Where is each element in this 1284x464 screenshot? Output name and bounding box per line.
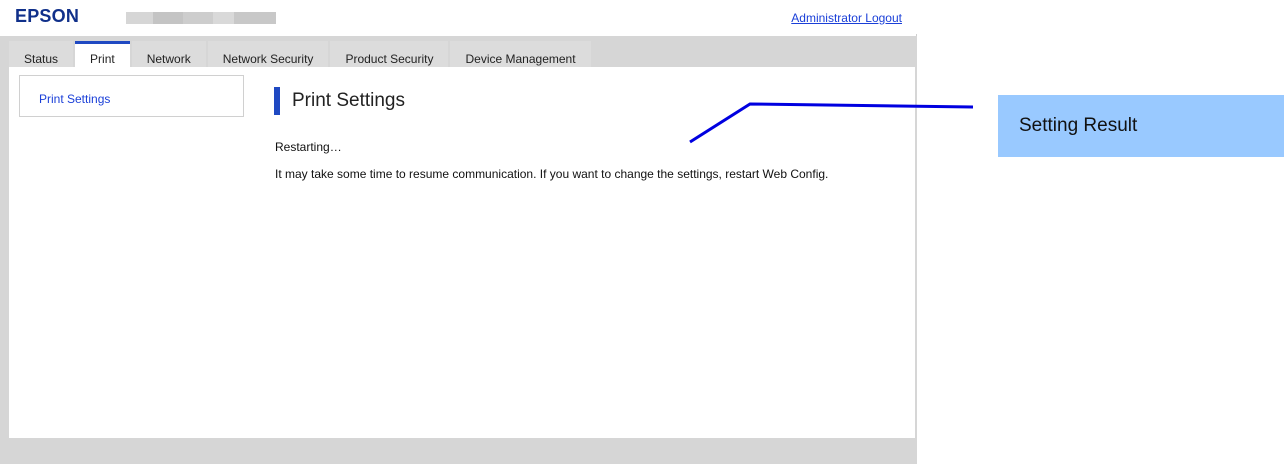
tab-print[interactable]: Print: [75, 41, 130, 67]
tab-product-security[interactable]: Product Security: [330, 41, 449, 67]
main-frame: Status Print Network Network Security Pr…: [0, 36, 917, 464]
tab-device-management[interactable]: Device Management: [450, 41, 591, 67]
sidebar-item-print-settings[interactable]: Print Settings: [39, 92, 110, 106]
tab-bar: Status Print Network Network Security Pr…: [9, 41, 593, 67]
header-bar: EPSON Administrator Logout: [0, 0, 917, 34]
tab-network[interactable]: Network: [131, 41, 206, 67]
tab-network-security[interactable]: Network Security: [207, 41, 329, 67]
administrator-logout-link[interactable]: Administrator Logout: [791, 11, 902, 25]
tab-status[interactable]: Status: [9, 41, 74, 67]
epson-logo: EPSON: [15, 6, 80, 26]
callout-setting-result: Setting Result: [998, 95, 1284, 157]
info-message: It may take some time to resume communic…: [275, 167, 829, 181]
content-area: Print Settings Print Settings Restarting…: [9, 67, 915, 438]
web-config-window: EPSON Administrator Logout Status Print …: [0, 0, 917, 464]
device-name-redacted: [126, 12, 276, 24]
sidebar: Print Settings: [19, 75, 244, 117]
status-text: Restarting…: [275, 140, 342, 154]
page-title: Print Settings: [274, 87, 405, 115]
